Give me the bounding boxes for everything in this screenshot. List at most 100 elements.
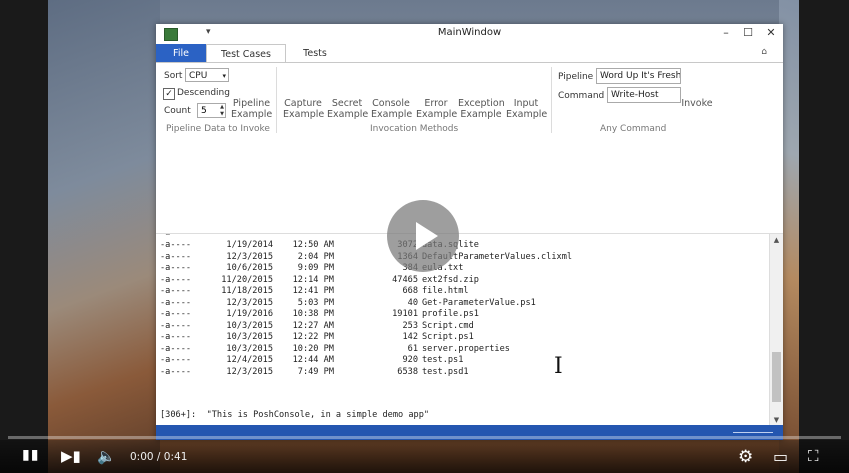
console-cell-mode: -a---- (160, 355, 192, 365)
console-cell-date: 12/4/2015 (226, 355, 273, 365)
console-cell-name: Script.ps1 (422, 332, 474, 342)
console-prompt[interactable]: [306+]: "This is PoshConsole, in a simpl… (160, 410, 429, 420)
letterbox-left (0, 0, 48, 473)
ribbon-tabs: File Test Cases Tests ⌂ (156, 44, 783, 64)
command-label: Command (558, 91, 605, 101)
ribbon: Sort CPU ▾ ✓ Descending Count 5 ▲ ▼ Pipel… (156, 62, 783, 140)
console-cell-date: 1/19/2016 (226, 309, 273, 319)
maximize-icon[interactable]: ☐ (739, 26, 757, 40)
zoom-slider[interactable] (733, 432, 773, 433)
console-cell-name: Script.cmd (422, 320, 474, 331)
console-cell-name: test.ps1 (422, 355, 464, 365)
button-line2: Example (506, 109, 548, 120)
settings-gear-icon[interactable]: ⚙ (738, 447, 753, 467)
button-line1: Input (513, 98, 539, 109)
count-stepper[interactable]: 5 ▲ ▼ (197, 103, 226, 118)
chevron-down-icon: ▾ (222, 72, 226, 80)
console-cell-mode: -a---- (160, 297, 192, 308)
console-cell-size: 47465 (392, 274, 418, 285)
console-cell-mode: -a---- (160, 343, 192, 354)
button-line1: Capture (284, 98, 322, 109)
theater-mode-icon[interactable]: ▭ (773, 447, 788, 466)
spin-arrows-icon[interactable]: ▲ ▼ (220, 104, 224, 118)
console-cell-time: 12:22 PM (292, 332, 334, 342)
console-cell-date: 12/3/2015 (226, 297, 273, 308)
play-icon (416, 222, 438, 250)
console-cell-name: file.html (422, 286, 469, 296)
console-cell-time: 5:03 PM (297, 297, 334, 308)
console-cell-size: 253 (402, 320, 418, 331)
any-command-group-label: Any Command (600, 124, 667, 134)
invocation-group-label: Invocation Methods (370, 124, 459, 134)
console-example-button[interactable]: Console Example (371, 98, 412, 120)
console-cell-size: 40 (407, 297, 418, 308)
invoke-button[interactable]: Invoke (680, 98, 714, 109)
fullscreen-icon[interactable]: ⛶ (808, 447, 819, 465)
sort-select[interactable]: CPU ▾ (185, 68, 229, 82)
console-cell-size: 668 (402, 286, 418, 296)
time-display: 0:00 / 0:41 (130, 451, 188, 463)
tab-test-cases[interactable]: Test Cases (206, 44, 286, 64)
button-line1: Console (372, 98, 410, 109)
pipeline-example-line2: Example (231, 109, 273, 120)
console-cell-date: 10/3/2015 (226, 343, 273, 354)
pipeline-example-button[interactable]: Pipeline Example (231, 98, 272, 120)
button-line1: Secret (331, 98, 363, 109)
close-icon[interactable]: ✕ (762, 26, 780, 40)
count-label: Count (164, 106, 191, 116)
console-cell-size: 61 (407, 343, 418, 354)
button-line2: Example (460, 109, 502, 120)
collapse-ribbon-icon[interactable]: ⌂ (761, 47, 767, 57)
console-cell-time: 12:41 PM (292, 286, 334, 296)
exception-example-button[interactable]: Exception Example (458, 98, 505, 120)
group-divider (276, 67, 277, 133)
button-line2: Example (327, 109, 369, 120)
capture-example-button[interactable]: Capture Example (283, 98, 325, 120)
text-cursor-icon: I (554, 354, 563, 379)
console-cell-time: 9:09 PM (297, 263, 334, 273)
sort-value: CPU (189, 71, 208, 81)
error-example-button[interactable]: Error Example (416, 98, 458, 120)
console-cell-mode: -a---- (160, 309, 192, 319)
console-cell-date: 10/3/2015 (226, 332, 273, 342)
console-cell-name: ext2fsd.zip (422, 274, 479, 285)
console-cell-mode: -a---- (160, 263, 192, 273)
pipeline-example-line1: Pipeline (232, 98, 271, 109)
console-cell-mode: -a---- (160, 366, 192, 377)
input-example-button[interactable]: Input Example (506, 98, 548, 120)
pipeline-input[interactable]: Word Up It's Fresh (596, 68, 681, 84)
command-input[interactable]: Write-Host (607, 87, 681, 103)
console-cell-date: 12/3/2015 (226, 366, 273, 377)
pipeline-label: Pipeline (558, 72, 594, 82)
console-output[interactable]: -a---- -a----1/19/201412:50 AM3072data.s… (156, 233, 783, 426)
descending-checkbox[interactable]: ✓ (163, 88, 175, 100)
console-cell-time: 2:04 PM (297, 251, 334, 262)
play-overlay-button[interactable] (387, 200, 459, 272)
console-cell-name: server.properties (422, 343, 510, 354)
video-progress-bar[interactable] (8, 436, 841, 439)
letterbox-right (799, 0, 849, 473)
scroll-thumb[interactable] (772, 352, 781, 402)
console-cell-mode: -a---- (160, 332, 192, 342)
console-cell-date: 1/19/2014 (226, 240, 273, 250)
console-cell-name: profile.ps1 (422, 309, 479, 319)
sort-label: Sort (164, 71, 183, 81)
scroll-up-icon[interactable]: ▲ (770, 234, 783, 246)
tab-tests[interactable]: Tests (291, 44, 339, 63)
tab-file[interactable]: File (156, 44, 206, 63)
button-line1: Error (424, 98, 448, 109)
group-divider (551, 67, 552, 133)
main-window: ▾ MainWindow – ☐ ✕ File Test Cases Tests… (156, 24, 783, 440)
button-line1: Exception (458, 98, 505, 109)
minimize-icon[interactable]: – (717, 26, 735, 40)
button-line2: Example (416, 109, 458, 120)
next-icon[interactable]: ▶▮ (61, 447, 81, 465)
secret-example-button[interactable]: Secret Example (327, 98, 369, 120)
console-scrollbar[interactable]: ▲ ▼ (769, 234, 783, 426)
volume-icon[interactable]: 🔈 (97, 447, 116, 465)
console-cell-mode: -a---- (160, 251, 192, 262)
pause-icon[interactable]: ▮▮ (22, 447, 39, 463)
button-line2: Example (283, 109, 325, 120)
console-cell-time: 7:49 PM (297, 366, 334, 377)
console-cell-name: eula.txt (422, 263, 464, 273)
